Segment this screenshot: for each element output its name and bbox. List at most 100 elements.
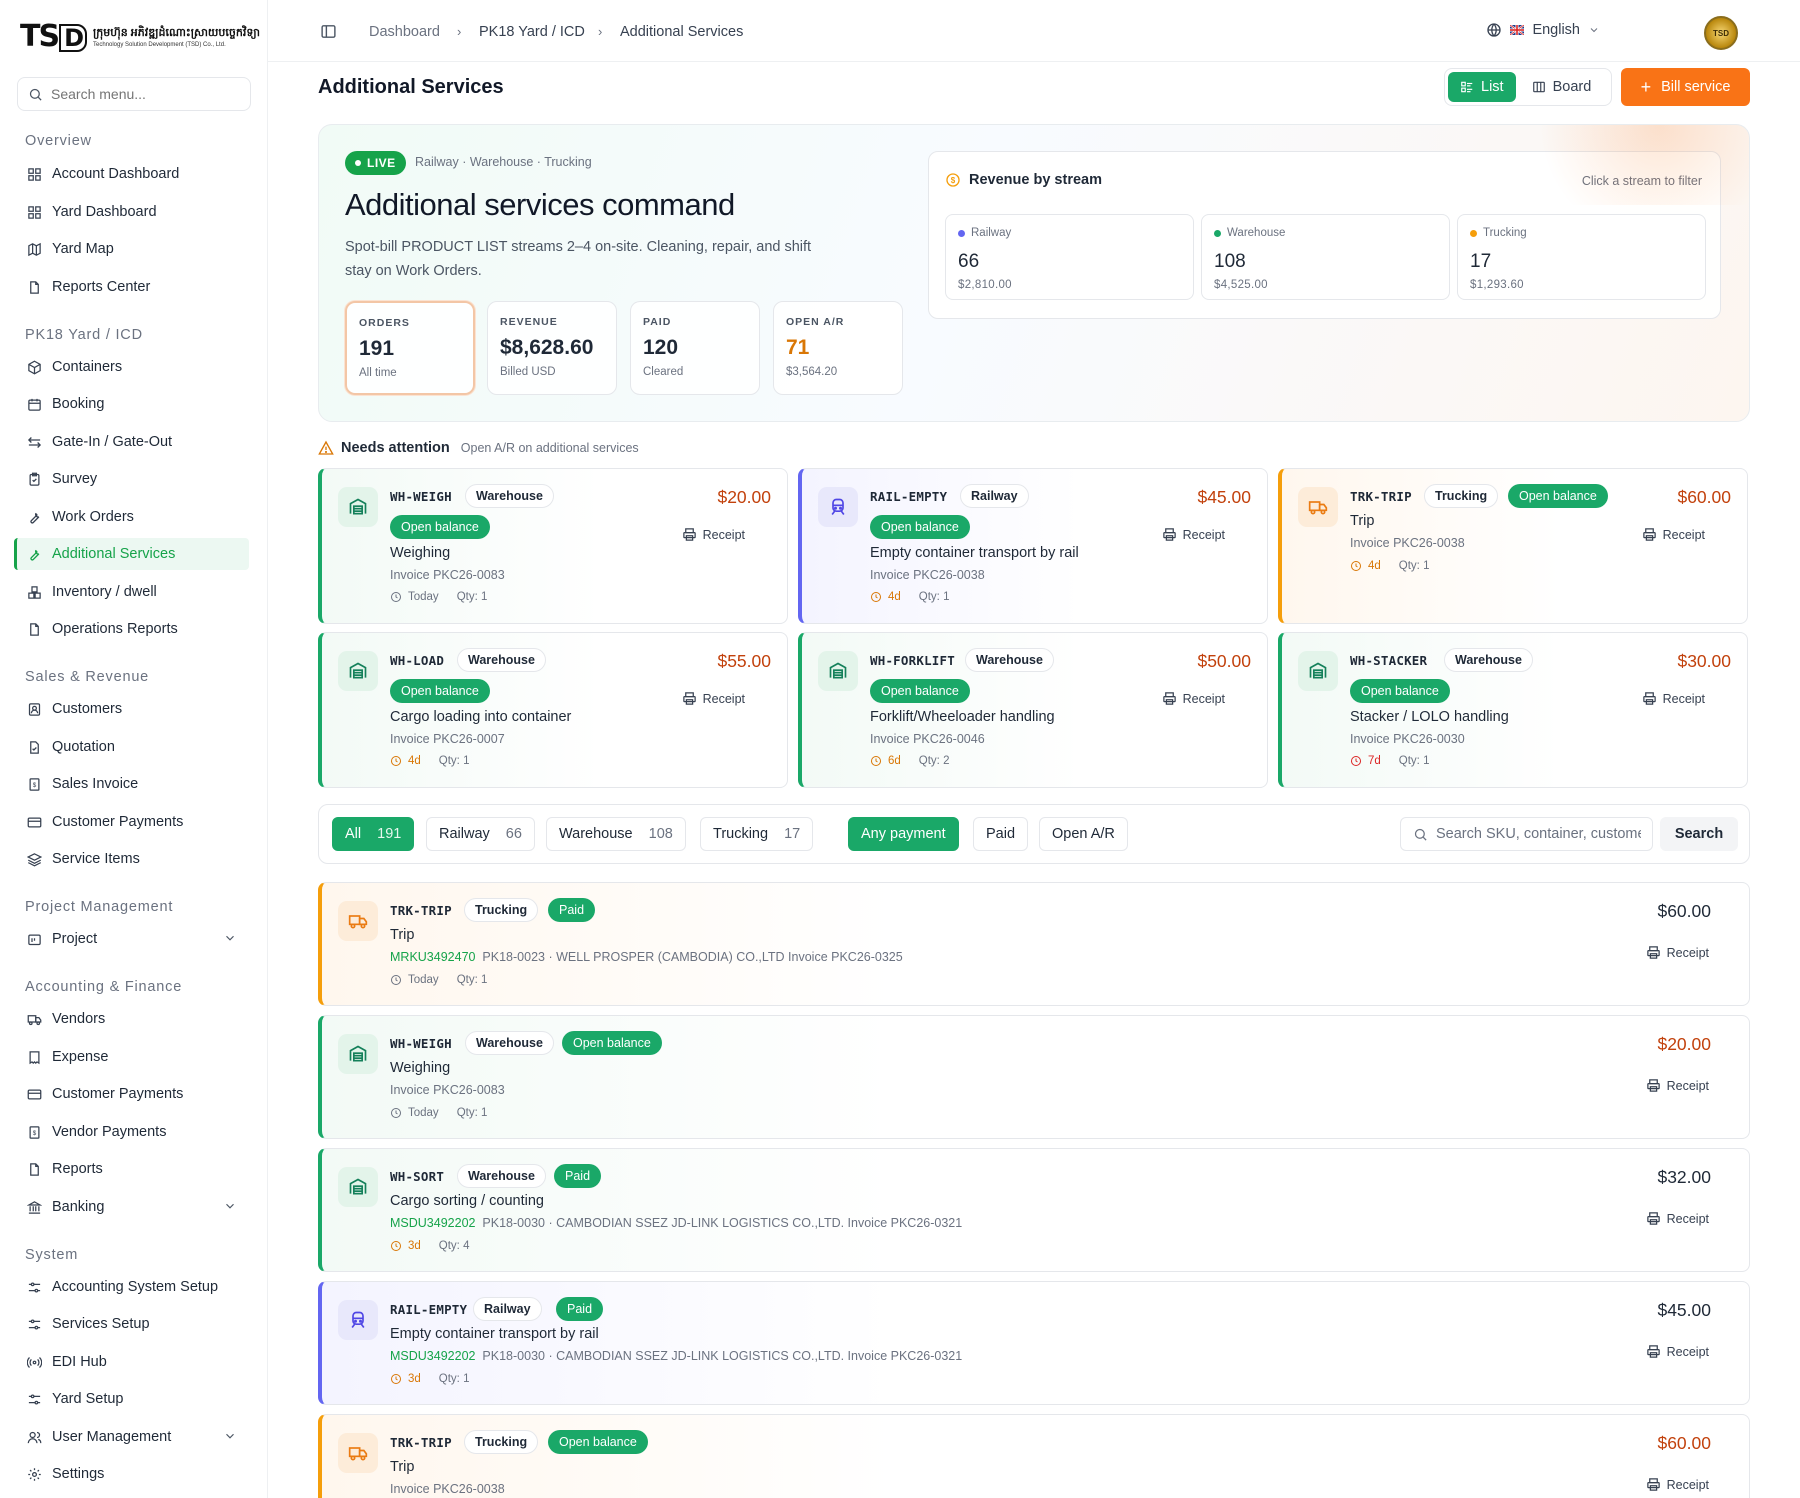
receipt-button[interactable]: Receipt: [1646, 945, 1709, 960]
list-item[interactable]: RAIL-EMPTY Railway Paid $45.00 Receipt E…: [318, 1281, 1750, 1405]
chevron-down-icon[interactable]: [223, 1429, 237, 1447]
nav-section-yard: PK18 Yard / ICD: [25, 327, 143, 343]
sidebar-toggle-icon[interactable]: [320, 23, 337, 45]
sku-code: WH-WEIGH: [390, 1036, 452, 1051]
filter-trucking[interactable]: Trucking 17: [700, 817, 814, 851]
kpi-revenue[interactable]: REVENUE $8,628.60 Billed USD: [487, 301, 617, 395]
stream-warehouse[interactable]: Warehouse 108 $4,525.00: [1201, 214, 1450, 300]
stream-trucking[interactable]: Trucking 17 $1,293.60: [1457, 214, 1706, 300]
sidebar-item-booking[interactable]: Booking: [14, 388, 249, 420]
sidebar-search-input[interactable]: [51, 86, 231, 102]
sidebar-item-sales-invoice[interactable]: $ Sales Invoice: [14, 768, 249, 800]
sidebar-item-survey[interactable]: Survey: [14, 463, 249, 495]
sidebar-item-label: Account Dashboard: [52, 166, 180, 182]
kpi-open-ar[interactable]: OPEN A/R 71 $3,564.20: [773, 301, 903, 395]
filter-all[interactable]: All 191: [332, 817, 415, 851]
breadcrumb-dashboard[interactable]: Dashboard: [369, 24, 440, 40]
sidebar-item-customers[interactable]: Customers: [14, 693, 249, 725]
attention-card[interactable]: WH-LOAD Warehouse Open balance $55.00 Re…: [318, 632, 788, 788]
attention-card[interactable]: RAIL-EMPTY Railway Open balance $45.00 R…: [798, 468, 1268, 624]
kpi-paid[interactable]: PAID 120 Cleared: [630, 301, 760, 395]
sidebar-item-additional-services[interactable]: Additional Services: [14, 538, 249, 570]
attention-card[interactable]: TRK-TRIP Trucking Open balance $60.00 Re…: [1278, 468, 1748, 624]
receipt-button[interactable]: Receipt: [1646, 1344, 1709, 1359]
sidebar-item-customer-payments[interactable]: Customer Payments: [14, 806, 249, 838]
sidebar-item-service-items[interactable]: Service Items: [14, 843, 249, 875]
view-list-button[interactable]: List: [1448, 72, 1516, 102]
receipt-button[interactable]: Receipt: [682, 691, 745, 706]
stream-pill: Trucking: [464, 898, 539, 922]
receipt-button[interactable]: Receipt: [1646, 1078, 1709, 1093]
sidebar-item-reports-center[interactable]: Reports Center: [14, 271, 249, 303]
filter-warehouse[interactable]: Warehouse 108: [546, 817, 686, 851]
order-qty: Qty: 2: [918, 755, 950, 767]
receipt-button[interactable]: Receipt: [1642, 691, 1705, 706]
order-detail-text: Invoice PKC26-0038: [390, 1482, 505, 1496]
list-item[interactable]: WH-SORT Warehouse Paid $32.00 Receipt Ca…: [318, 1148, 1750, 1272]
receipt-button[interactable]: Receipt: [1162, 527, 1225, 542]
chevron-down-icon[interactable]: [223, 931, 237, 949]
printer-icon: [1642, 692, 1656, 705]
receipt-button[interactable]: Receipt: [682, 527, 745, 542]
sidebar-item-work-orders[interactable]: Work Orders: [14, 501, 249, 533]
sidebar-item-user-management[interactable]: User Management: [14, 1421, 249, 1453]
container-number[interactable]: MRKU3492470: [390, 950, 475, 964]
order-qty: Qty: 4: [438, 1240, 470, 1252]
order-meta: 4d Qty: 1: [390, 755, 469, 767]
amount: $30.00: [1677, 651, 1731, 671]
receipt-button[interactable]: Receipt: [1642, 527, 1705, 542]
search-button[interactable]: Search: [1660, 817, 1738, 851]
list-item[interactable]: WH-WEIGH Warehouse Open balance $20.00 R…: [318, 1015, 1750, 1139]
avatar[interactable]: TSD: [1704, 16, 1738, 50]
bill-service-button[interactable]: + Bill service: [1621, 68, 1750, 106]
sidebar-item-vendor-payments[interactable]: $ Vendor Payments: [14, 1116, 249, 1148]
sidebar-item-banking[interactable]: Banking: [14, 1191, 249, 1223]
sidebar-item-yard-map[interactable]: Yard Map: [14, 233, 249, 265]
view-board-button[interactable]: Board: [1520, 72, 1604, 102]
receipt-button[interactable]: Receipt: [1162, 691, 1225, 706]
sidebar-item-containers[interactable]: Containers: [14, 351, 249, 383]
view-toggle: List Board: [1444, 68, 1612, 106]
sidebar-item-operations-reports[interactable]: Operations Reports: [14, 613, 249, 645]
sidebar-item-services-setup[interactable]: Services Setup: [14, 1308, 249, 1340]
sidebar-item-settings[interactable]: Settings: [14, 1458, 249, 1490]
stream-railway[interactable]: Railway 66 $2,810.00: [945, 214, 1194, 300]
kpi-orders[interactable]: ORDERS 191 All time: [345, 301, 475, 395]
filter-open-ar[interactable]: Open A/R: [1039, 817, 1128, 851]
view-board-label: Board: [1552, 79, 1592, 95]
breadcrumb-yard[interactable]: PK18 Yard / ICD: [479, 24, 585, 40]
printer-icon: [1646, 946, 1660, 959]
sidebar-item-yard-dashboard[interactable]: Yard Dashboard: [14, 196, 249, 228]
sidebar-item-quotation[interactable]: Quotation: [14, 731, 249, 763]
receipt-button[interactable]: Receipt: [1646, 1477, 1709, 1492]
filter-any-payment[interactable]: Any payment: [848, 817, 959, 851]
sidebar-item-edi-hub[interactable]: EDI Hub: [14, 1346, 249, 1378]
attention-card[interactable]: WH-STACKER Warehouse Open balance $30.00…: [1278, 632, 1748, 788]
brand-logo[interactable]: TS D ក្រុមហ៊ុន អភិវឌ្ឍដំណោះស្រាយបច្ចេកវិទ…: [20, 22, 260, 52]
sidebar-item-label: Services Setup: [52, 1316, 150, 1332]
sidebar-item-gate[interactable]: Gate-In / Gate-Out: [14, 426, 249, 458]
chevron-down-icon[interactable]: [223, 1199, 237, 1217]
language-label: English: [1532, 22, 1580, 38]
list-item[interactable]: TRK-TRIP Trucking Open balance $60.00 Re…: [318, 1414, 1750, 1498]
sidebar-item-inventory[interactable]: Inventory / dwell: [14, 576, 249, 608]
filter-railway[interactable]: Railway 66: [426, 817, 535, 851]
sidebar-item-reports[interactable]: Reports: [14, 1153, 249, 1185]
filter-paid[interactable]: Paid: [973, 817, 1029, 851]
sidebar-item-expense[interactable]: Expense: [14, 1041, 249, 1073]
sidebar-item-yard-setup[interactable]: Yard Setup: [14, 1383, 249, 1415]
container-number[interactable]: MSDU3492202: [390, 1349, 475, 1363]
attention-card[interactable]: WH-WEIGH Warehouse Open balance $20.00 R…: [318, 468, 788, 624]
sidebar-item-vendors[interactable]: Vendors: [14, 1003, 249, 1035]
sidebar-item-account-dashboard[interactable]: Account Dashboard: [14, 158, 249, 190]
list-item[interactable]: TRK-TRIP Trucking Paid $60.00 Receipt Tr…: [318, 882, 1750, 1006]
container-number[interactable]: MSDU3492202: [390, 1216, 475, 1230]
language-selector[interactable]: English: [1486, 22, 1600, 38]
sidebar-item-accounting-setup[interactable]: Accounting System Setup: [14, 1271, 249, 1303]
list-search-input[interactable]: [1436, 826, 1641, 842]
kpi-label: OPEN A/R: [786, 316, 845, 328]
attention-card[interactable]: WH-FORKLIFT Warehouse Open balance $50.0…: [798, 632, 1268, 788]
receipt-button[interactable]: Receipt: [1646, 1211, 1709, 1226]
sidebar-item-project[interactable]: Project: [14, 923, 249, 955]
sidebar-item-customer-payments-2[interactable]: Customer Payments: [14, 1078, 249, 1110]
